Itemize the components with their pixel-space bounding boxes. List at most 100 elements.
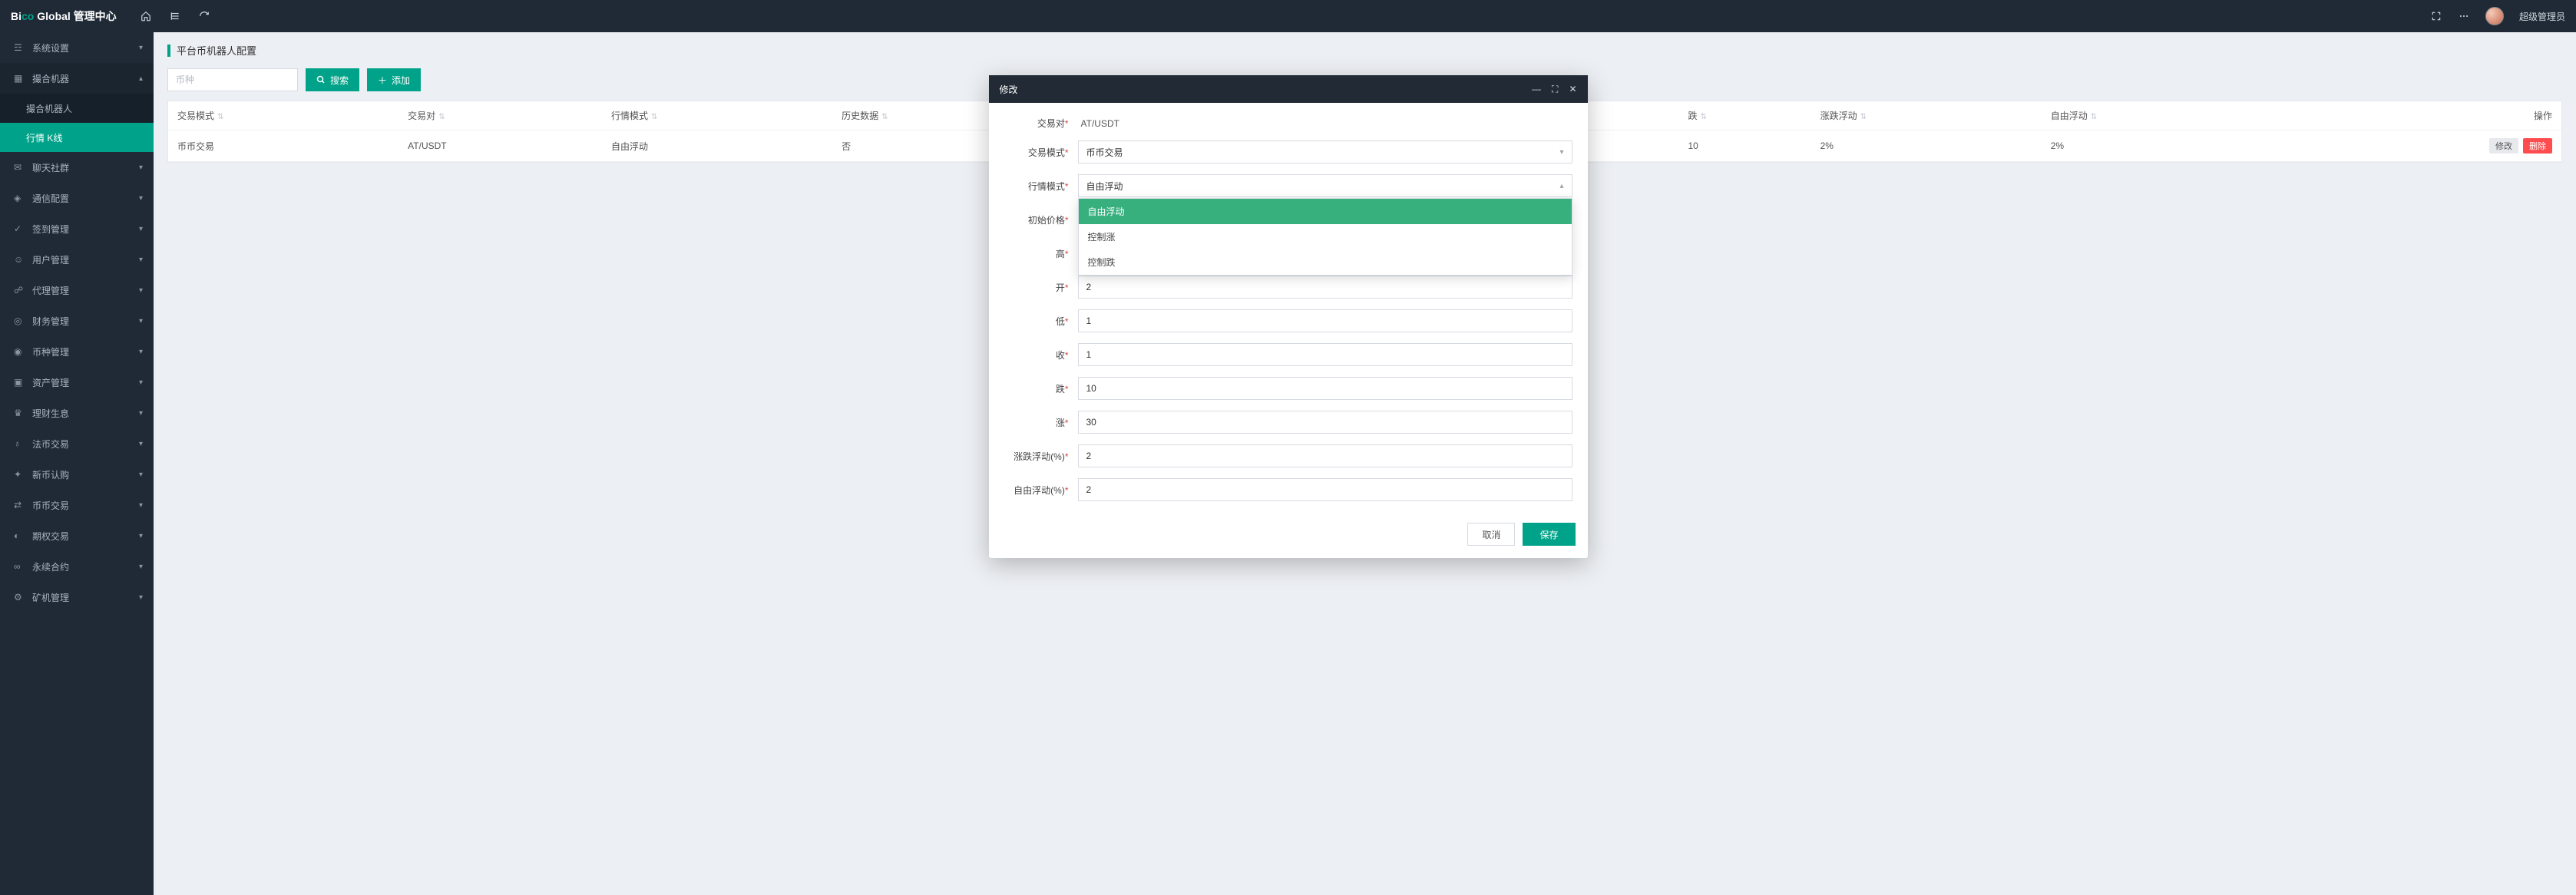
chevron-down-icon: ▾	[139, 225, 143, 233]
row-delete-button[interactable]: 删除	[2523, 138, 2552, 154]
cell-trade-mode: 币币交易	[168, 130, 398, 162]
page-header: 平台币机器人配置	[167, 43, 2562, 58]
sidebar-item-chat[interactable]: ✉聊天社群▾	[0, 152, 154, 183]
columns-icon[interactable]	[169, 10, 181, 22]
chevron-down-icon: ▾	[139, 409, 143, 418]
sidebar-item-label: 资产管理	[32, 376, 69, 389]
row-edit-button[interactable]: 修改	[2489, 138, 2518, 154]
sidebar-item-comm[interactable]: ◈通信配置▾	[0, 183, 154, 213]
updown-input[interactable]	[1078, 444, 1572, 467]
modal-body: 交易对* AT/USDT 交易模式* 币币交易 ▾ 行情模式* 自由浮动 ▴	[989, 103, 1588, 515]
form-label-close: 收*	[1004, 348, 1078, 362]
dropdown-option[interactable]: 控制跌	[1079, 249, 1572, 275]
sidebar-submenu: 撮合机器人 行情 K线	[0, 94, 154, 152]
sidebar-item-perp[interactable]: ∞永续合约▾	[0, 551, 154, 582]
edit-modal: 修改 — ⛶ ✕ 交易对* AT/USDT 交易模式* 币币交易 ▾	[989, 75, 1588, 558]
sidebar-item-agents[interactable]: ☍代理管理▾	[0, 275, 154, 305]
free-input[interactable]	[1078, 478, 1572, 501]
dropdown-option[interactable]: 控制涨	[1079, 224, 1572, 249]
topbar-left-icons	[140, 10, 210, 22]
form-label-fall: 跌*	[1004, 382, 1078, 395]
user-icon: ☺	[14, 254, 25, 265]
sidebar-item-system-settings[interactable]: ☲ 系统设置 ▾	[0, 32, 154, 63]
chevron-down-icon: ▾	[139, 501, 143, 510]
chevron-down-icon: ▾	[139, 563, 143, 571]
sidebar-item-users[interactable]: ☺用户管理▾	[0, 244, 154, 275]
col-fall[interactable]: 跌⇅	[1678, 101, 1810, 130]
save-button[interactable]: 保存	[1523, 523, 1575, 546]
search-button[interactable]: 搜索	[306, 68, 359, 91]
open-input[interactable]	[1078, 276, 1572, 299]
sidebar-item-checkin[interactable]: ✓签到管理▾	[0, 213, 154, 244]
cancel-button[interactable]: 取消	[1467, 523, 1515, 546]
sidebar-item-label: 撮合机器	[32, 72, 69, 85]
sidebar-item-newcoin[interactable]: ✦新币认购▾	[0, 459, 154, 490]
sidebar-item-label: 新币认购	[32, 468, 69, 481]
col-pair[interactable]: 交易对⇅	[398, 101, 602, 130]
sidebar-item-miner[interactable]: ⚙矿机管理▾	[0, 582, 154, 613]
sidebar-item-assets[interactable]: ▣资产管理▾	[0, 367, 154, 398]
sidebar-item-label: 期权交易	[32, 530, 69, 543]
chevron-down-icon: ▾	[139, 163, 143, 172]
grid-icon: ▦	[14, 73, 25, 84]
dropdown-option[interactable]: 自由浮动	[1079, 199, 1572, 224]
add-button[interactable]: ＋ 添加	[367, 68, 421, 91]
rise-input[interactable]	[1078, 411, 1572, 434]
chevron-up-icon: ▴	[1559, 182, 1563, 190]
fall-input[interactable]	[1078, 377, 1572, 400]
sort-icon: ⇅	[438, 113, 445, 121]
chevron-down-icon: ▾	[139, 440, 143, 448]
sidebar-sub-kline[interactable]: 行情 K线	[0, 123, 154, 152]
cell-updown: 2%	[1811, 130, 2042, 162]
sort-icon: ⇅	[1860, 113, 1867, 121]
options-icon: ◐	[14, 530, 25, 541]
sidebar-item-finance[interactable]: ◎财务管理▾	[0, 305, 154, 336]
plus-icon: ＋	[378, 74, 387, 87]
refresh-icon[interactable]	[198, 10, 210, 22]
sidebar-item-label: 矿机管理	[32, 591, 69, 604]
trade-mode-select[interactable]: 币币交易 ▾	[1078, 140, 1572, 163]
close-icon[interactable]: ✕	[1569, 84, 1576, 95]
search-input[interactable]	[167, 68, 298, 91]
sidebar-item-spot[interactable]: ⇄币币交易▾	[0, 490, 154, 520]
minimize-icon[interactable]: —	[1532, 84, 1541, 95]
sidebar-item-label: 法币交易	[32, 438, 69, 451]
search-button-label: 搜索	[330, 74, 349, 87]
avatar[interactable]	[2485, 7, 2504, 25]
col-trade-mode[interactable]: 交易模式⇅	[168, 101, 398, 130]
sidebar-item-match-robot[interactable]: ▦ 撮合机器 ▴	[0, 63, 154, 94]
low-input[interactable]	[1078, 309, 1572, 332]
users-icon: ☍	[14, 285, 25, 296]
expand-icon[interactable]: ⛶	[1552, 84, 1558, 95]
sidebar-item-fiat[interactable]: ♁法币交易▾	[0, 428, 154, 459]
sidebar-item-wealth[interactable]: ♛理财生息▾	[0, 398, 154, 428]
close-input[interactable]	[1078, 343, 1572, 366]
form-label-rise: 涨*	[1004, 416, 1078, 429]
sort-icon: ⇅	[881, 113, 888, 121]
row-actions: 修改 删除	[2281, 138, 2552, 154]
sort-icon: ⇅	[1700, 113, 1706, 121]
sidebar: ☲ 系统设置 ▾ ▦ 撮合机器 ▴ 撮合机器人 行情 K线 ✉聊天社群▾ ◈通信…	[0, 32, 154, 895]
page-title: 平台币机器人配置	[177, 43, 256, 58]
asset-icon: ▣	[14, 377, 25, 388]
home-icon[interactable]	[140, 10, 152, 22]
sidebar-sub-match-robot[interactable]: 撮合机器人	[0, 94, 154, 123]
market-mode-dropdown: 自由浮动 控制涨 控制跌	[1078, 198, 1572, 276]
sidebar-item-label: 系统设置	[32, 41, 69, 54]
col-updown[interactable]: 涨跌浮动⇅	[1811, 101, 2042, 130]
sidebar-item-coins[interactable]: ◉币种管理▾	[0, 336, 154, 367]
wealth-icon: ♛	[14, 408, 25, 418]
col-free[interactable]: 自由浮动⇅	[2042, 101, 2272, 130]
col-market-mode[interactable]: 行情模式⇅	[602, 101, 832, 130]
sidebar-item-label: 撮合机器人	[26, 102, 72, 115]
signal-icon: ◈	[14, 193, 25, 203]
market-mode-select[interactable]: 自由浮动 ▴	[1078, 174, 1572, 197]
more-icon[interactable]	[2458, 10, 2470, 22]
sidebar-item-options[interactable]: ◐ 期权交易 ▾	[0, 520, 154, 551]
modal-footer: 取消 保存	[989, 515, 1588, 558]
coin-icon: ◉	[14, 346, 25, 357]
form-label-free: 自由浮动(%)*	[1004, 484, 1078, 497]
chevron-down-icon: ▾	[139, 532, 143, 540]
fullscreen-icon[interactable]	[2430, 10, 2442, 22]
form-label-pair: 交易对*	[1004, 117, 1078, 130]
